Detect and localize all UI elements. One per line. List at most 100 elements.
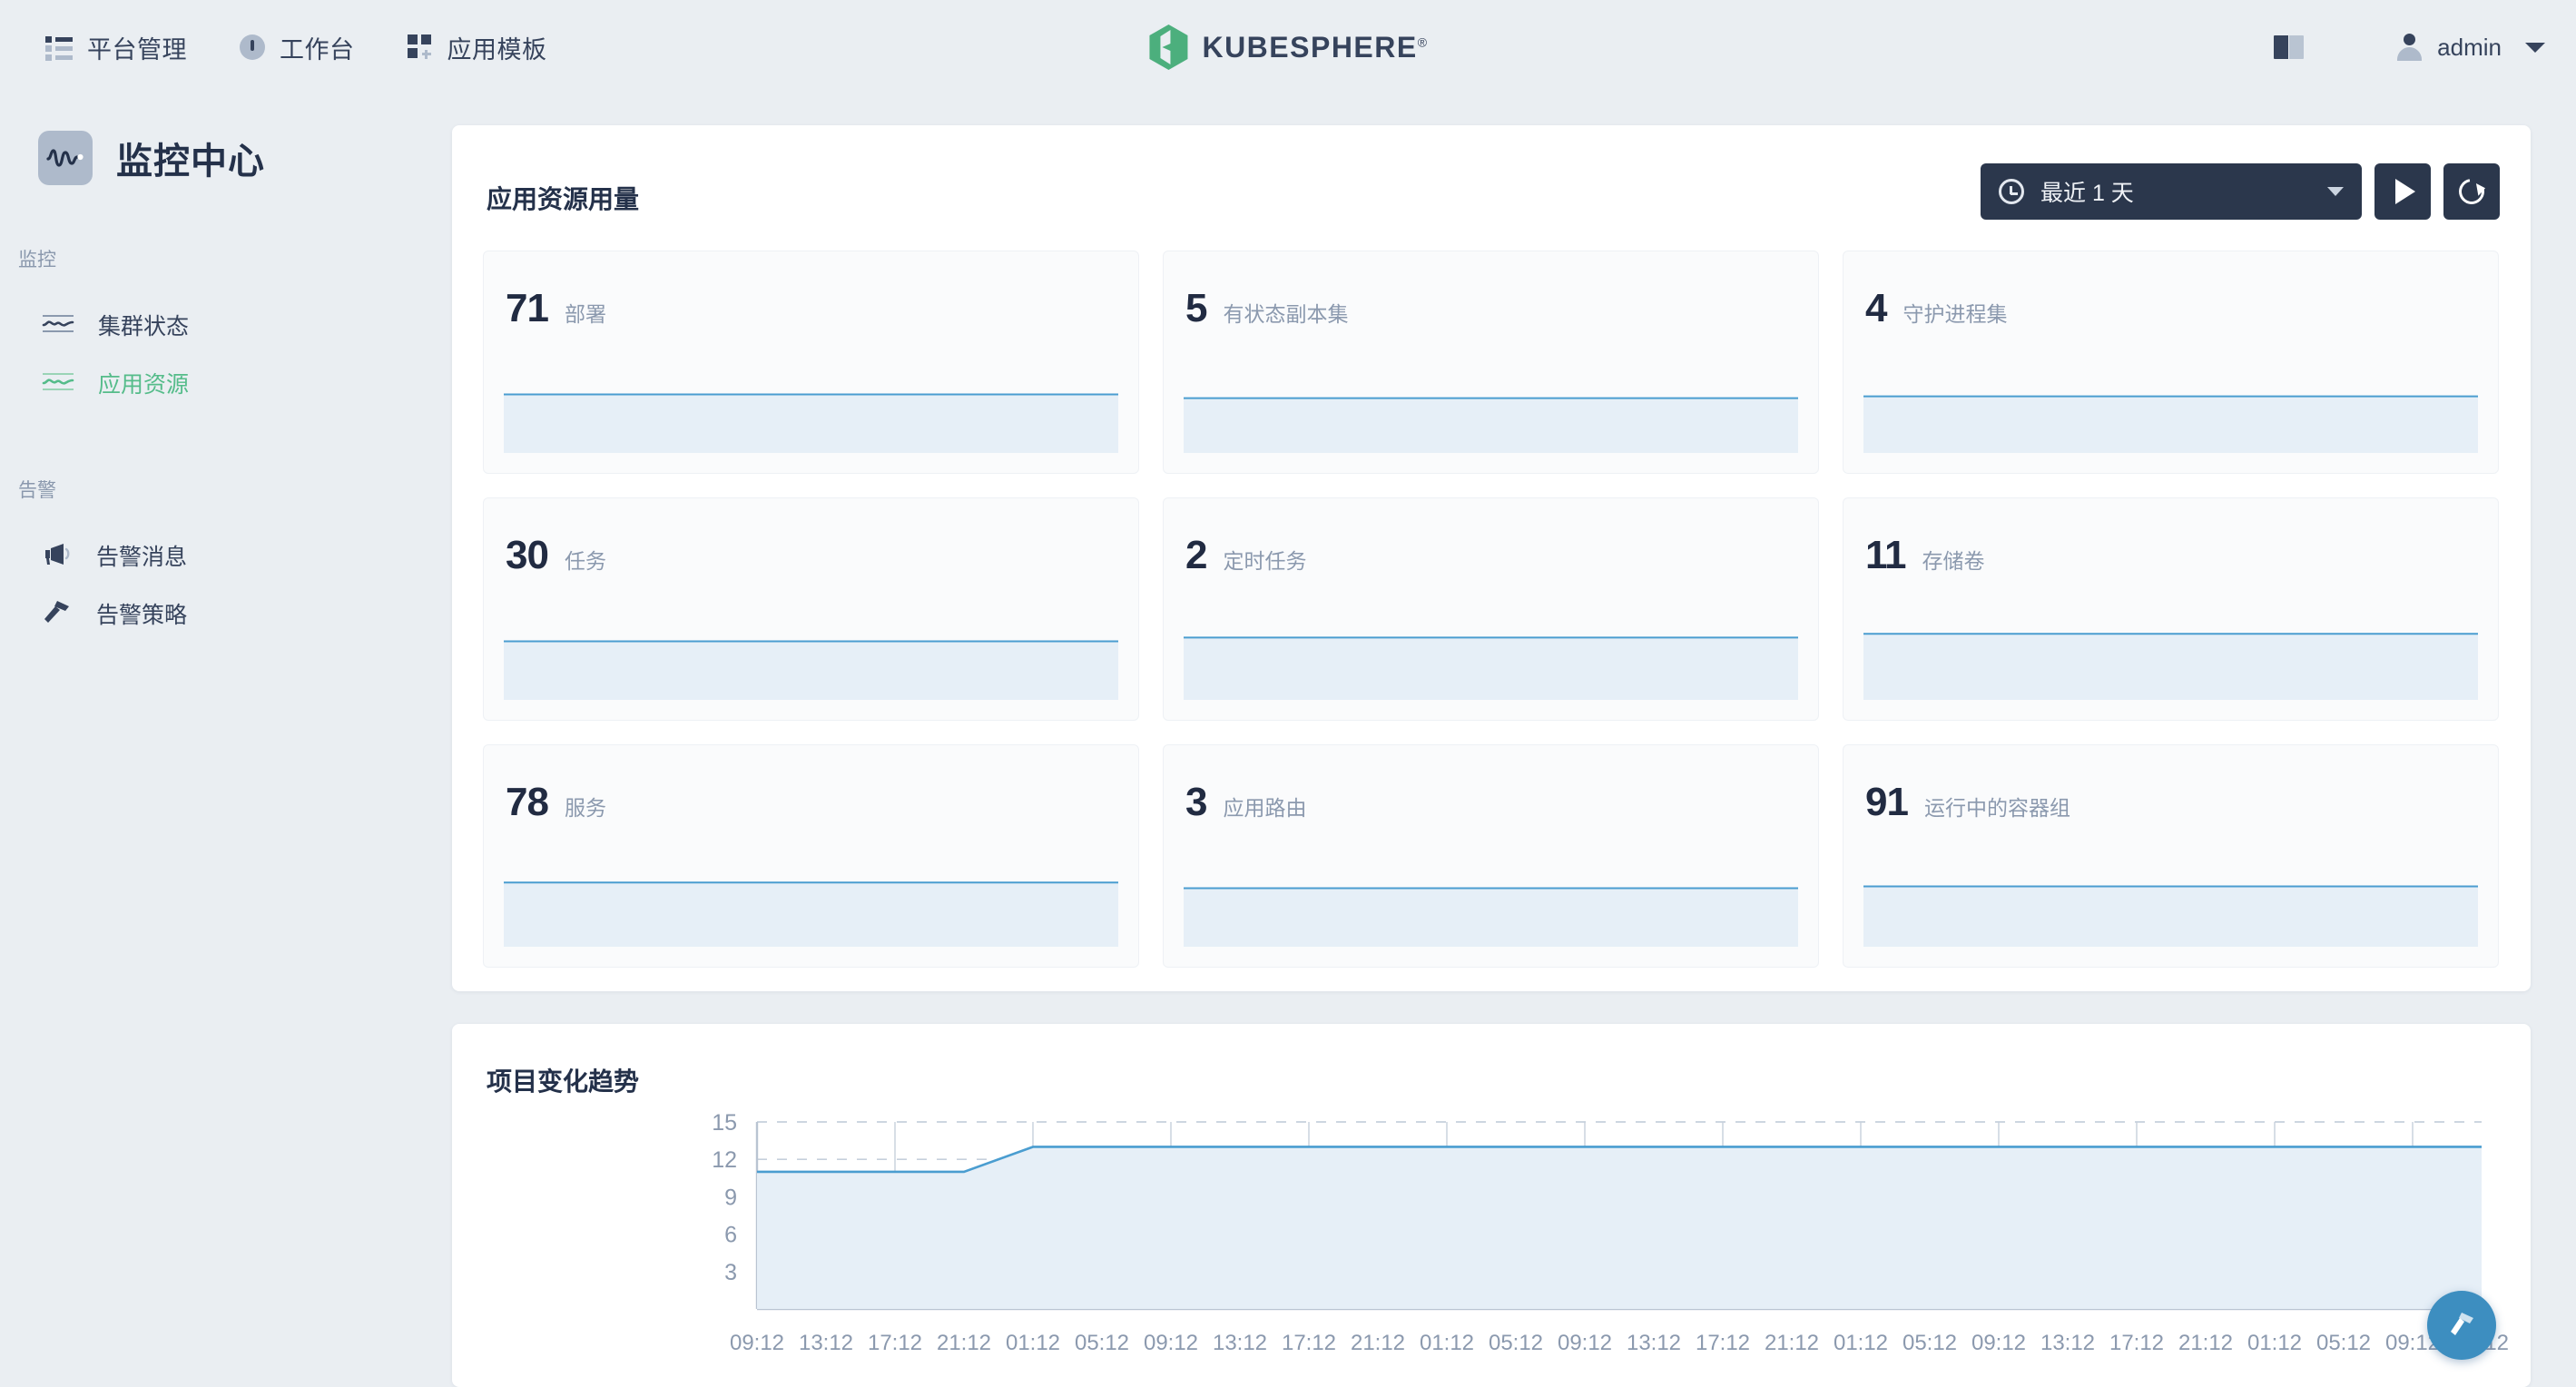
stat-card[interactable]: 30 任务 <box>483 497 1139 721</box>
platform-icon <box>45 35 73 61</box>
stat-label: 部署 <box>564 302 606 326</box>
svg-text:05:12: 05:12 <box>2316 1331 2371 1355</box>
stat-sparkline <box>1184 605 1798 700</box>
svg-text:13:12: 13:12 <box>1213 1331 1267 1355</box>
sidebar-group-label-alerting: 告警 <box>18 480 56 501</box>
refresh-button[interactable] <box>2443 163 2500 220</box>
toolbox-fab-button[interactable] <box>2427 1291 2496 1360</box>
svg-text:6: 6 <box>724 1223 737 1248</box>
primary-nav: 平台管理 工作台 应用模板 <box>0 0 580 94</box>
sidebar-item-label-app-resources: 应用资源 <box>98 372 190 398</box>
stat-card[interactable]: 4 守护进程集 <box>1843 251 2499 474</box>
stat-card-header: 30 任务 <box>484 498 1138 578</box>
time-range-select[interactable]: 最近 1 天 <box>1981 163 2362 220</box>
stat-label: 存储卷 <box>1922 549 1985 573</box>
nav-label-app-template: 应用模板 <box>447 35 547 64</box>
stat-sparkline <box>1184 359 1798 453</box>
stat-card-header: 11 存储卷 <box>1844 498 2498 578</box>
stat-label: 有状态副本集 <box>1223 302 1349 326</box>
stat-card[interactable]: 2 定时任务 <box>1163 497 1819 721</box>
sidebar-group-label-monitoring: 监控 <box>18 250 56 271</box>
documentation-icon[interactable] <box>2274 35 2305 59</box>
stat-label: 运行中的容器组 <box>1923 796 2070 820</box>
stat-card[interactable]: 71 部署 <box>483 251 1139 474</box>
stat-sparkline <box>504 852 1118 947</box>
stat-card[interactable]: 11 存储卷 <box>1843 497 2499 721</box>
sidebar-item-label-alert-policies: 告警策略 <box>96 603 188 628</box>
svg-text:09:12: 09:12 <box>1558 1331 1612 1355</box>
nav-label-platform: 平台管理 <box>87 35 187 64</box>
svg-text:05:12: 05:12 <box>1489 1331 1543 1355</box>
main-content: 应用资源用量 最近 1 天 71 部署 5 有状态副本集 4 守护进程集 30 任务 2 定时任务… <box>452 94 2576 1387</box>
stat-value: 3 <box>1185 780 1208 824</box>
stat-sparkline <box>1863 605 2478 700</box>
panel-toolbar: 最近 1 天 <box>1981 163 2500 220</box>
project-trend-panel: 项目变化趋势 15 12 9 6 3 09:12 13:12 17:12 21:12 01:12 0… <box>452 1024 2531 1387</box>
play-button[interactable] <box>2374 163 2431 220</box>
sidebar-item-cluster-status[interactable]: 集群状态 <box>0 296 452 354</box>
play-icon <box>2394 179 2415 204</box>
nav-item-platform-management[interactable]: 平台管理 <box>25 0 220 94</box>
workbench-icon <box>240 34 265 60</box>
chevron-down-icon[interactable] <box>2525 42 2545 53</box>
stat-label: 守护进程集 <box>1903 302 2008 326</box>
stat-value: 30 <box>506 533 549 577</box>
template-icon <box>407 34 433 60</box>
stat-card[interactable]: 78 服务 <box>483 744 1139 968</box>
top-header: 平台管理 工作台 应用模板 KUBESPHERE® admin <box>0 0 2576 94</box>
nav-item-workbench[interactable]: 工作台 <box>220 0 388 94</box>
stat-sparkline <box>504 359 1118 453</box>
avatar <box>2395 34 2423 61</box>
svg-text:17:12: 17:12 <box>1282 1331 1336 1355</box>
megaphone-icon <box>42 542 73 570</box>
nav-label-workbench: 工作台 <box>280 35 355 64</box>
monitor-wave-icon <box>38 131 93 185</box>
stat-card-header: 5 有状态副本集 <box>1164 251 1818 331</box>
clock-icon <box>1999 179 2024 204</box>
stat-label: 任务 <box>564 549 606 573</box>
stat-sparkline <box>1863 359 2478 453</box>
stat-label: 定时任务 <box>1223 549 1307 573</box>
stat-card-header: 78 服务 <box>484 745 1138 825</box>
svg-text:9: 9 <box>724 1185 737 1210</box>
stat-value: 78 <box>506 780 549 824</box>
logo-registered-mark: ® <box>1417 34 1429 49</box>
svg-text:17:12: 17:12 <box>868 1331 922 1355</box>
stat-card[interactable]: 3 应用路由 <box>1163 744 1819 968</box>
sidebar: 监控中心 监控 集群状态 应用资源 告警 告警消息 告警策略 <box>0 94 452 1358</box>
kubesphere-logo-icon <box>1147 24 1189 71</box>
stat-value: 71 <box>506 286 549 330</box>
logo-wordmark: KUBESPHERE <box>1202 30 1418 64</box>
svg-text:21:12: 21:12 <box>937 1331 991 1355</box>
sidebar-item-app-resources[interactable]: 应用资源 <box>0 354 452 412</box>
sidebar-group-monitoring: 监控 集群状态 应用资源 <box>0 245 452 412</box>
svg-text:01:12: 01:12 <box>1006 1331 1060 1355</box>
stat-label: 应用路由 <box>1223 796 1307 820</box>
svg-text:21:12: 21:12 <box>1765 1331 1819 1355</box>
svg-text:01:12: 01:12 <box>1834 1331 1888 1355</box>
wave-icon <box>42 371 74 396</box>
stat-card-header: 2 定时任务 <box>1164 498 1818 578</box>
svg-text:01:12: 01:12 <box>1420 1331 1474 1355</box>
stat-card-header: 3 应用路由 <box>1164 745 1818 825</box>
sidebar-item-label-cluster-status: 集群状态 <box>98 314 190 339</box>
svg-text:15: 15 <box>712 1111 737 1136</box>
user-name: admin <box>2437 33 2502 61</box>
nav-item-app-template[interactable]: 应用模板 <box>388 0 580 94</box>
stat-card[interactable]: 5 有状态副本集 <box>1163 251 1819 474</box>
sidebar-item-alert-policies[interactable]: 告警策略 <box>0 585 452 643</box>
svg-text:17:12: 17:12 <box>1696 1331 1750 1355</box>
svg-text:05:12: 05:12 <box>1075 1331 1129 1355</box>
sidebar-item-alert-messages[interactable]: 告警消息 <box>0 526 452 585</box>
svg-text:13:12: 13:12 <box>2040 1331 2095 1355</box>
stat-card[interactable]: 91 运行中的容器组 <box>1843 744 2499 968</box>
sidebar-group-alerting: 告警 告警消息 告警策略 <box>0 476 452 643</box>
kubesphere-logo[interactable]: KUBESPHERE® <box>1147 0 1428 94</box>
hammer-icon <box>2443 1305 2480 1346</box>
hammer-icon <box>42 599 73 629</box>
stat-value: 4 <box>1865 286 1888 330</box>
svg-text:09:12: 09:12 <box>730 1331 784 1355</box>
stat-card-header: 71 部署 <box>484 251 1138 331</box>
project-trend-title: 项目变化趋势 <box>487 1067 640 1096</box>
svg-text:13:12: 13:12 <box>1627 1331 1681 1355</box>
